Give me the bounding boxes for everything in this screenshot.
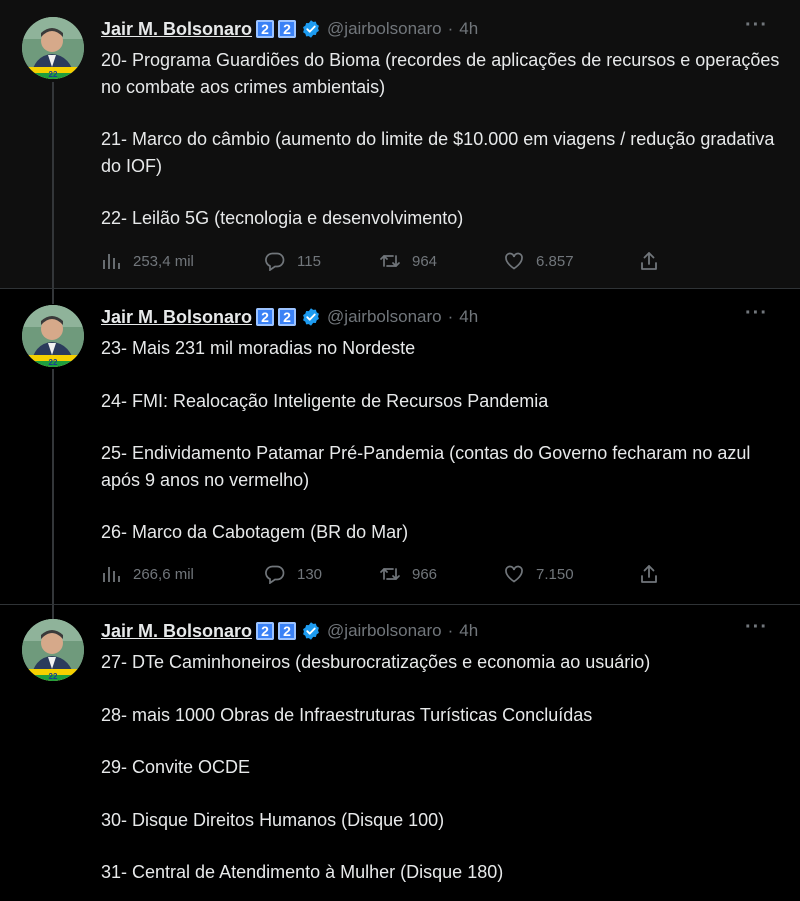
reply-icon	[265, 565, 285, 584]
share-icon	[641, 565, 657, 583]
tweet-text: 20- Programa Guardiões do Bioma (recorde…	[101, 47, 781, 232]
retweet-count: 964	[412, 252, 438, 270]
avatar-photo-icon: 22	[22, 619, 84, 681]
number-badge: 2	[256, 20, 275, 38]
like-count: 7.150	[536, 565, 574, 583]
number-badge: 2	[256, 622, 275, 640]
avatar[interactable]: 22	[22, 619, 84, 681]
number-badge: 2	[278, 20, 297, 38]
reply-button[interactable]: 130	[265, 564, 380, 584]
author-name[interactable]: Jair M. Bolsonaro	[101, 307, 252, 328]
tweet[interactable]: 22 Jair M. Bolsonaro 2 2 @jairbolsonaro …	[0, 605, 800, 901]
reply-button[interactable]: 115	[265, 251, 380, 271]
tweet-line: 26- Marco da Cabotagem (BR do Mar)	[101, 522, 409, 542]
more-options-icon[interactable]: ···	[745, 616, 768, 639]
retweet-button[interactable]: 964	[380, 251, 504, 271]
tweet-line: 21- Marco do câmbio (aumento do limite d…	[101, 129, 775, 176]
like-count: 6.857	[536, 252, 574, 270]
tweet-time[interactable]: 4h	[459, 621, 478, 641]
svg-text:22: 22	[49, 672, 58, 681]
share-button[interactable]	[639, 251, 659, 271]
dot-separator: ·	[447, 621, 454, 640]
reply-count: 130	[297, 565, 323, 583]
like-button[interactable]: 7.150	[504, 564, 639, 584]
tweet-header: Jair M. Bolsonaro 2 2 @jairbolsonaro · 4…	[101, 302, 780, 330]
avatar[interactable]: 22	[22, 305, 84, 367]
retweet-count: 966	[412, 565, 438, 583]
tweet-line: 31- Central de Atendimento à Mulher (Dis…	[101, 862, 504, 882]
number-badge: 2	[278, 308, 297, 326]
tweet-time[interactable]: 4h	[459, 307, 478, 327]
avatar-photo-icon: 22	[22, 17, 84, 79]
tweet-line: 28- mais 1000 Obras de Infraestruturas T…	[101, 704, 593, 725]
number-badge: 2	[256, 308, 275, 326]
author-handle[interactable]: @jairbolsonaro	[327, 19, 442, 39]
views-count: 266,6 mil	[133, 565, 194, 583]
tweet[interactable]: 22 Jair M. Bolsonaro 2 2 @jairbolsonaro …	[0, 289, 800, 605]
heart-icon	[505, 252, 523, 270]
retweet-icon	[380, 255, 400, 267]
svg-text:22: 22	[49, 70, 58, 79]
retweet-icon	[380, 568, 400, 580]
tweet[interactable]: 22 Jair M. Bolsonaro 2 2 @jairbolsonaro …	[0, 0, 800, 289]
thread-line	[52, 289, 54, 304]
tweet-actions: 253,4 mil 115 964 6.857	[101, 248, 681, 274]
verified-badge-icon	[303, 308, 319, 326]
share-button[interactable]	[639, 564, 659, 584]
timeline: 22 Jair M. Bolsonaro 2 2 @jairbolsonaro …	[0, 0, 800, 901]
tweet-text: 27- DTe Caminhoneiros (desburocratizaçõe…	[101, 649, 781, 886]
thread-line	[52, 605, 54, 619]
avatar[interactable]: 22	[22, 17, 84, 79]
verified-badge-icon	[303, 20, 319, 38]
like-button[interactable]: 6.857	[504, 251, 639, 271]
author-name[interactable]: Jair M. Bolsonaro	[101, 621, 252, 642]
dot-separator: ·	[447, 307, 454, 326]
tweet-line: 30- Disque Direitos Humanos (Disque 100)	[101, 809, 445, 830]
views-icon	[103, 567, 120, 582]
views-button[interactable]: 266,6 mil	[101, 564, 265, 584]
svg-text:22: 22	[49, 358, 58, 367]
share-icon	[641, 252, 657, 270]
more-options-icon[interactable]: ···	[745, 14, 768, 37]
author-handle[interactable]: @jairbolsonaro	[327, 621, 442, 641]
reply-icon	[265, 252, 285, 271]
tweet-line: 22- Leilão 5G (tecnologia e desenvolvime…	[101, 208, 464, 228]
reply-count: 115	[297, 252, 321, 270]
more-options-icon[interactable]: ···	[745, 302, 768, 325]
verified-badge-icon	[303, 622, 319, 640]
tweet-line: 27- DTe Caminhoneiros (desburocratizaçõe…	[101, 652, 651, 672]
tweet-line: 29- Convite OCDE	[101, 757, 251, 777]
views-count: 253,4 mil	[133, 252, 194, 270]
tweet-header: Jair M. Bolsonaro 2 2 @jairbolsonaro · 4…	[101, 14, 780, 42]
tweet-line: 24- FMI: Realocação Inteligente de Recur…	[101, 390, 549, 411]
number-badge: 2	[278, 622, 297, 640]
views-icon	[103, 254, 120, 269]
tweet-text: 23- Mais 231 mil moradias no Nordeste 24…	[101, 335, 781, 546]
thread-line	[52, 82, 54, 289]
tweet-time[interactable]: 4h	[459, 19, 478, 39]
tweet-header: Jair M. Bolsonaro 2 2 @jairbolsonaro · 4…	[101, 616, 780, 644]
views-button[interactable]: 253,4 mil	[101, 251, 265, 271]
tweet-line: 23- Mais 231 mil moradias no Nordeste	[101, 338, 416, 358]
thread-line	[52, 369, 54, 605]
avatar-photo-icon: 22	[22, 305, 84, 367]
tweet-line: 20- Programa Guardiões do Bioma (recorde…	[101, 50, 780, 97]
dot-separator: ·	[447, 19, 454, 38]
retweet-button[interactable]: 966	[380, 564, 504, 584]
tweet-actions: 266,6 mil 130 966 7.150	[101, 561, 681, 587]
heart-icon	[505, 565, 523, 583]
author-handle[interactable]: @jairbolsonaro	[327, 307, 442, 327]
tweet-line: 25- Endividamento Patamar Pré-Pandemia (…	[101, 443, 751, 490]
author-name[interactable]: Jair M. Bolsonaro	[101, 19, 252, 40]
